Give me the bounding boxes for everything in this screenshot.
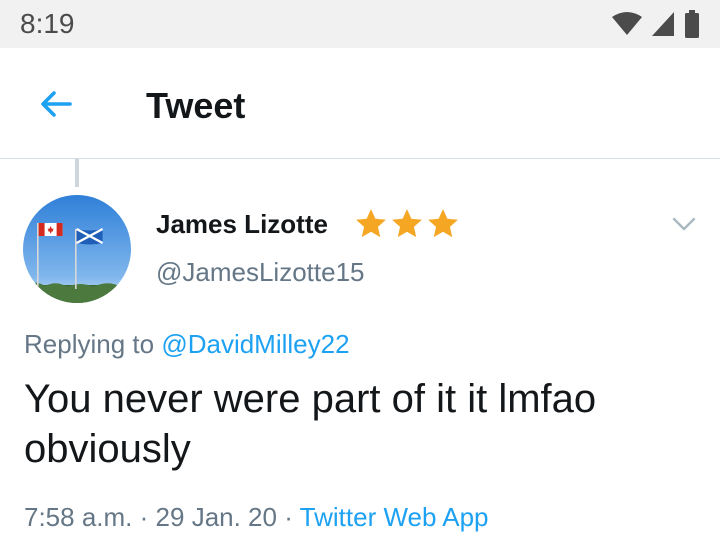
avatar-image xyxy=(23,195,131,303)
status-time: 8:19 xyxy=(20,8,75,39)
app-bar: Tweet xyxy=(0,48,720,159)
star-icon xyxy=(356,209,386,238)
meta-separator: · xyxy=(139,502,149,532)
author-display-name[interactable]: James Lizotte xyxy=(156,208,328,240)
author-name-stars xyxy=(354,207,460,241)
star-icon xyxy=(392,209,422,238)
chevron-down-icon[interactable] xyxy=(670,214,698,234)
replying-to-label: Replying to xyxy=(24,329,155,359)
replying-to-mention[interactable]: @DavidMilley22 xyxy=(161,329,349,359)
star-icon xyxy=(428,209,458,238)
cellular-signal-icon xyxy=(652,12,674,36)
meta-separator: · xyxy=(284,502,293,532)
arrow-left-icon[interactable] xyxy=(38,86,74,122)
tweet-meta: 7:58 a.m. · 29 Jan. 20 · Twitter Web App xyxy=(24,500,489,534)
author-handle[interactable]: @JamesLizotte15 xyxy=(156,256,365,288)
avatar[interactable] xyxy=(23,195,131,303)
status-bar: 8:19 xyxy=(0,0,720,48)
tweet-time: 7:58 a.m. xyxy=(24,502,133,532)
wifi-icon xyxy=(612,12,642,35)
thread-connector-line xyxy=(75,159,79,187)
page-title: Tweet xyxy=(146,85,246,126)
battery-icon xyxy=(685,10,699,38)
tweet-text: You never were part of it it lmfao obvio… xyxy=(24,377,597,471)
replying-to-line: Replying to @DavidMilley22 xyxy=(24,327,350,361)
status-icons xyxy=(612,10,700,38)
tweet-source-link[interactable]: Twitter Web App xyxy=(300,502,489,532)
tweet-date: 29 Jan. 20 xyxy=(155,502,277,532)
